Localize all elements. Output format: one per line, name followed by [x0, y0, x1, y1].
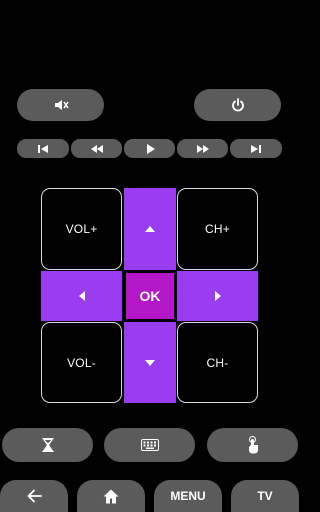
play-button[interactable]: [124, 139, 175, 158]
play-icon: [145, 143, 155, 154]
keyboard-button[interactable]: [104, 428, 195, 462]
tv-label: TV: [257, 489, 273, 503]
channel-up-label: CH+: [205, 222, 230, 236]
channel-down-label: CH-: [206, 355, 229, 370]
chevron-right-icon: [214, 291, 221, 301]
power-icon: [230, 97, 246, 113]
speaker-muted-icon: [53, 97, 69, 113]
channel-down-button[interactable]: CH-: [177, 322, 258, 403]
skip-previous-button[interactable]: [17, 139, 69, 158]
mute-button[interactable]: [17, 89, 104, 121]
hourglass-icon: [41, 437, 55, 453]
power-button[interactable]: [194, 89, 281, 121]
volume-down-label: VOL-: [67, 355, 96, 370]
ok-label: OK: [139, 288, 161, 304]
fast-forward-icon: [196, 144, 210, 154]
skip-next-button[interactable]: [230, 139, 282, 158]
ok-button[interactable]: OK: [124, 271, 176, 321]
dpad-left-button[interactable]: [41, 271, 122, 321]
dpad-up-button[interactable]: [124, 188, 176, 270]
skip-next-icon: [250, 144, 262, 154]
home-icon: [103, 489, 119, 504]
home-button[interactable]: [77, 480, 145, 512]
fast-forward-button[interactable]: [177, 139, 228, 158]
volume-up-label: VOL+: [65, 222, 98, 236]
tv-button[interactable]: TV: [231, 480, 299, 512]
back-button[interactable]: [0, 480, 68, 512]
chevron-down-icon: [145, 359, 155, 366]
touchpad-button[interactable]: [207, 428, 298, 462]
keyboard-icon: [140, 439, 159, 451]
rewind-icon: [90, 144, 104, 154]
skip-previous-icon: [37, 144, 49, 154]
menu-label: MENU: [170, 489, 206, 503]
sleep-button[interactable]: [2, 428, 93, 462]
rewind-button[interactable]: [71, 139, 122, 158]
menu-button[interactable]: MENU: [154, 480, 222, 512]
volume-down-button[interactable]: VOL-: [41, 322, 122, 403]
dpad-down-button[interactable]: [124, 322, 176, 403]
back-arrow-icon: [26, 489, 42, 503]
channel-up-button[interactable]: CH+: [177, 188, 258, 270]
chevron-up-icon: [145, 226, 155, 232]
dpad-right-button[interactable]: [177, 271, 258, 321]
volume-up-button[interactable]: VOL+: [41, 188, 122, 270]
chevron-left-icon: [78, 291, 85, 301]
touch-icon: [246, 436, 260, 454]
